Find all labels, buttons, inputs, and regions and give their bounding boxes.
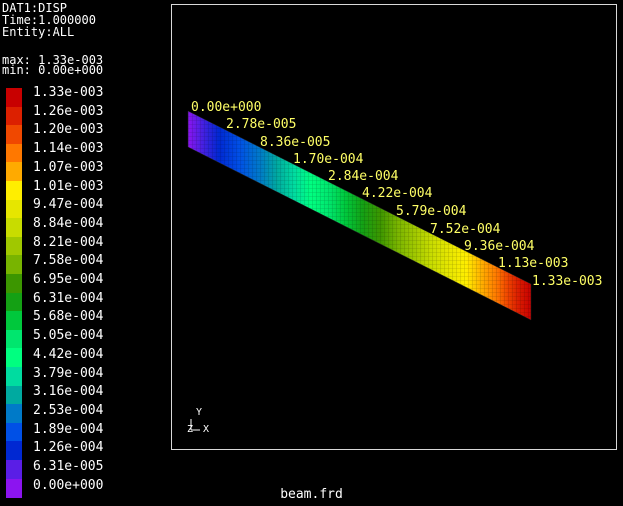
file-name: beam.frd: [280, 487, 343, 502]
node-annotation: 2.78e-005: [226, 117, 296, 132]
node-annotation: 4.22e-004: [362, 186, 433, 201]
axis-y-label: Y: [196, 407, 202, 418]
node-annotations: 0.00e+000 2.78e-005 8.36e-005 1.70e-004 2.84…: [191, 100, 602, 289]
node-annotation: 2.84e-004: [328, 169, 399, 184]
node-annotation: 8.36e-005: [260, 135, 330, 150]
node-annotation: 1.70e-004: [293, 152, 364, 167]
axis-z-label: Z: [187, 424, 193, 435]
node-annotation: 1.33e-003: [532, 274, 602, 289]
node-annotation: 7.52e-004: [430, 222, 501, 237]
node-annotation: 9.36e-004: [464, 239, 535, 254]
axis-x-label: X: [203, 424, 209, 435]
beam-mesh: [187, 110, 532, 321]
node-annotation: 5.79e-004: [396, 204, 467, 219]
node-annotation: 1.13e-003: [498, 256, 568, 271]
node-annotation: 0.00e+000: [191, 100, 261, 115]
beam-viewport[interactable]: 0.00e+000 2.78e-005 8.36e-005 1.70e-004 2.84…: [0, 0, 623, 506]
axis-triad: Y Z X: [187, 407, 209, 435]
